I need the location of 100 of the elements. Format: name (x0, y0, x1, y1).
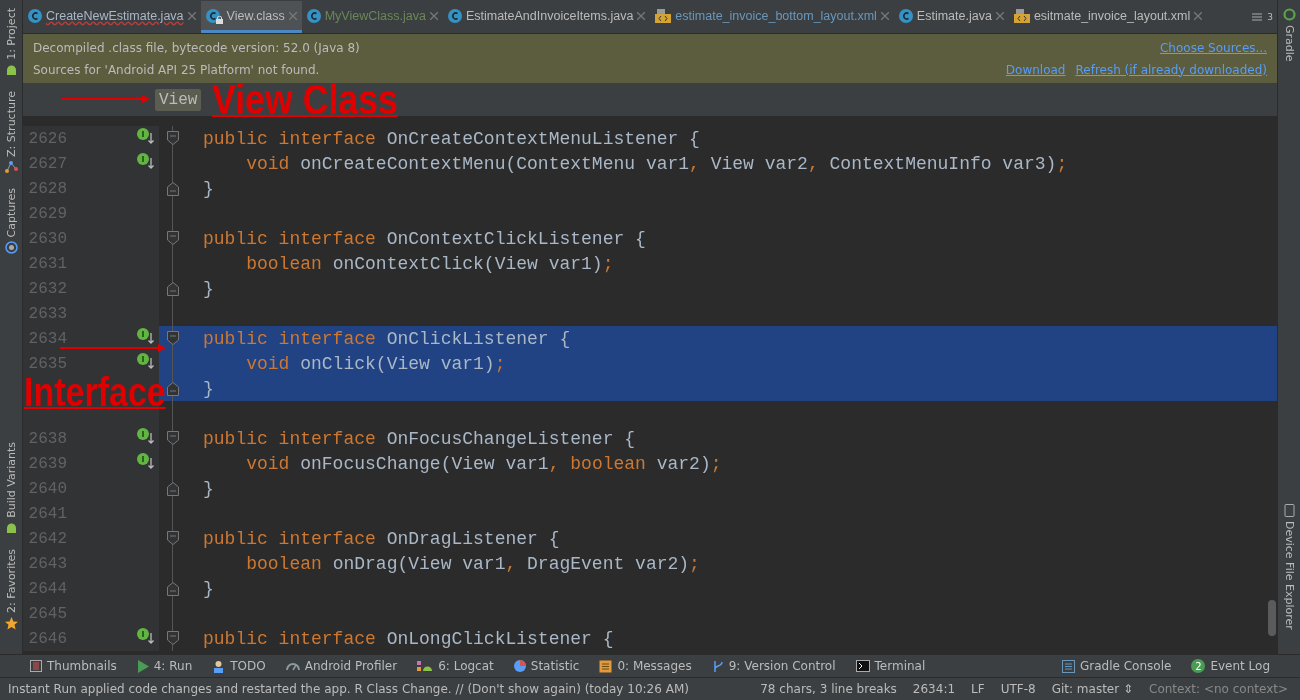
gauge-icon (285, 661, 300, 671)
close-icon[interactable] (1194, 11, 1203, 20)
tool-button[interactable]: 0: Messages (599, 659, 692, 673)
camera-icon (4, 241, 18, 255)
tool-button[interactable]: Gradle Console (1062, 659, 1172, 673)
code-line: void onFocusChange(View var1, boolean var2); (245, 453, 722, 474)
tool-button[interactable]: TODO (212, 659, 266, 673)
logcat-icon (417, 660, 434, 672)
fold-icon[interactable] (167, 331, 179, 345)
code-line: boolean onContextClick(View var1); (245, 253, 614, 274)
scrollbar[interactable] (1268, 600, 1276, 636)
code-line: } (203, 178, 214, 199)
status-item[interactable]: 2634:1 (912, 682, 956, 696)
tool-label: Event Log (1210, 659, 1270, 673)
tool-button[interactable]: Thumbnails (30, 659, 117, 673)
code-line: } (203, 278, 214, 299)
code-line: public interface OnContextClickListener { (203, 228, 646, 249)
lock-icon (215, 15, 223, 24)
code-line: public interface OnLongClickListener { (203, 628, 614, 649)
code-line: public interface OnFocusChangeListener { (203, 428, 636, 449)
code-line: public interface OnCreateContextMenuListener { (203, 128, 700, 149)
android-icon (4, 522, 18, 536)
run-icon (136, 659, 149, 673)
phone-icon (1283, 504, 1295, 518)
editor-tab[interactable]: EstimateAndInvoiceItems.java (442, 1, 651, 33)
close-icon[interactable] (637, 11, 646, 20)
banner-text: Sources for 'Android API 25 Platform' not found. (33, 62, 320, 77)
branch-icon (711, 659, 724, 673)
fold-icon[interactable] (167, 282, 179, 296)
code-line: } (203, 478, 214, 499)
annotation-text: Interface (24, 370, 166, 415)
tool-label: Gradle Console (1080, 659, 1172, 673)
status-message: Instant Run applied code changes and restarted the app. R Class Change. // (Don't show again) (today 10:26 AM) (8, 682, 689, 696)
fold-icon[interactable] (167, 431, 179, 445)
xml-file-icon (1013, 8, 1030, 23)
editor-tab[interactable]: esitmate_invoice_layout.xml (1008, 1, 1208, 33)
code-line: void onCreateContextMenu(ContextMenu var1, View var2, ContextMenuInfo var3); (245, 153, 1068, 174)
code-line: public interface OnClickListener { (203, 328, 571, 349)
editor-tab[interactable]: estimate_invoice_bottom_layout.xml (650, 1, 894, 33)
tool-button[interactable]: Statistic (513, 659, 580, 673)
code-line: } (203, 378, 214, 399)
class-icon (28, 8, 42, 23)
class-icon (898, 8, 913, 23)
class-icon (205, 8, 220, 23)
tool-button[interactable]: 9: Version Control (711, 659, 836, 673)
tool-window-button[interactable]: 2: Favorites (4, 549, 18, 630)
fold-icon[interactable] (167, 531, 179, 545)
class-icon (306, 8, 321, 23)
close-icon[interactable] (995, 11, 1004, 20)
tool-window-button[interactable]: 1: Project (4, 8, 18, 77)
fold-icon[interactable] (167, 382, 179, 396)
status-item[interactable]: 78 chars, 3 line breaks (760, 682, 897, 696)
code-line: void onClick(View var1); (245, 353, 506, 374)
tool-window-button[interactable]: Captures (4, 187, 18, 255)
code-line: boolean onDrag(View var1, DragEvent var2); (245, 553, 700, 574)
tool-button[interactable]: Terminal (855, 659, 926, 673)
tool-window-button[interactable]: Device File Explorer (1282, 504, 1296, 630)
code-line: } (203, 578, 214, 599)
tool-button[interactable]: 6: Logcat (417, 659, 494, 673)
pie-chart-icon (513, 660, 526, 672)
close-icon[interactable] (429, 11, 438, 20)
list-icon (1252, 13, 1263, 21)
status-item[interactable]: UTF-8 (1000, 682, 1036, 696)
tool-window-button[interactable]: Z: Structure (4, 90, 18, 174)
editor-tab[interactable]: CreateNewEstimate.java (23, 1, 201, 33)
android-icon (4, 63, 18, 77)
close-icon[interactable] (187, 11, 196, 20)
fold-icon[interactable] (167, 231, 179, 245)
tool-window-button[interactable]: Build Variants (4, 442, 18, 536)
terminal-icon (855, 660, 870, 672)
count-badge: 2 (1191, 659, 1206, 673)
fold-icon[interactable] (167, 582, 179, 596)
banner-text: Decompiled .class file, bytecode version: 52.0 (Java 8) (33, 40, 360, 55)
tool-button[interactable]: 2 Event Log (1191, 659, 1270, 673)
fold-icon[interactable] (167, 131, 179, 145)
tab-overflow-button[interactable]: 3 (1252, 1, 1277, 33)
gradle-icon (1282, 8, 1296, 21)
star-icon (4, 617, 18, 630)
status-item: Context: <no context> (1149, 682, 1288, 696)
editor-tab[interactable]: Estimate.java (893, 1, 1009, 33)
status-item[interactable]: Git: master ⇕ (1051, 682, 1134, 696)
fold-icon[interactable] (167, 182, 179, 196)
status-item[interactable]: LF (971, 682, 985, 696)
close-icon[interactable] (288, 11, 297, 20)
thumbnails-icon (30, 660, 42, 672)
fold-icon[interactable] (167, 482, 179, 496)
annotation-text: View Class (212, 76, 398, 124)
class-icon (447, 8, 462, 23)
tool-button[interactable]: Android Profiler (285, 659, 398, 673)
fold-icon[interactable] (167, 631, 179, 645)
breadcrumb[interactable]: View (155, 88, 202, 111)
close-icon[interactable] (880, 11, 889, 20)
tool-window-button[interactable]: Gradle (1282, 8, 1296, 62)
code-line: public interface OnDragListener { (203, 528, 560, 549)
tool-button[interactable]: 4: Run (136, 659, 193, 673)
structure-icon (4, 160, 18, 174)
messages-icon (599, 659, 613, 673)
xml-file-icon (655, 8, 672, 23)
editor-tab[interactable]: View.class (200, 1, 302, 33)
person-icon (212, 659, 226, 673)
